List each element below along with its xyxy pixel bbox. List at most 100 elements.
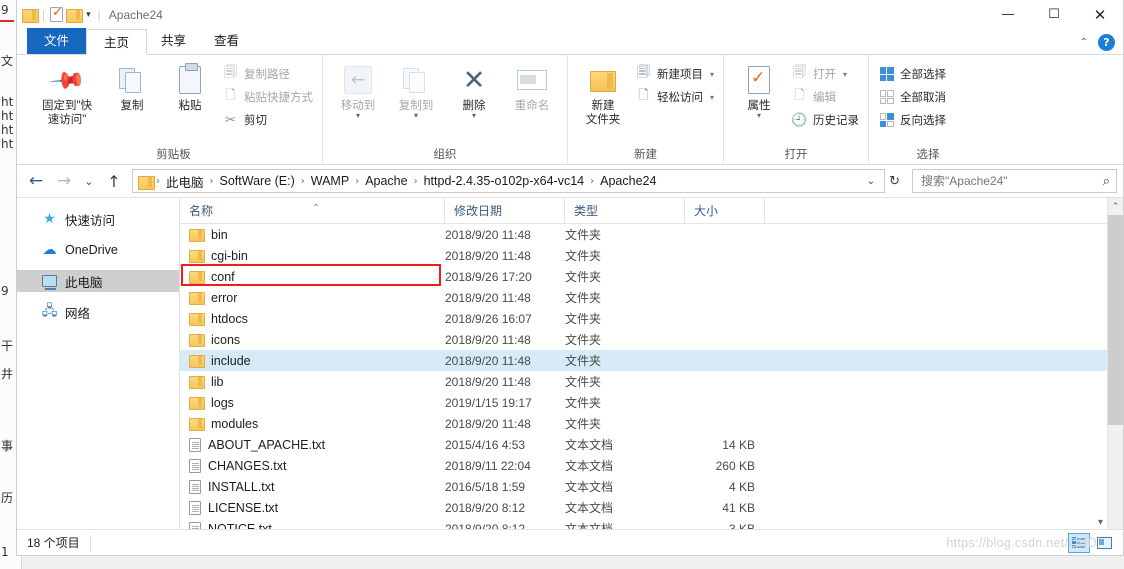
chevron-up-icon[interactable]: ⌃ xyxy=(1080,37,1088,48)
breadcrumb-separator[interactable]: › xyxy=(207,176,217,187)
paste-shortcut-button[interactable]: 🗋 粘贴快捷方式 xyxy=(219,87,316,107)
chevron-down-icon[interactable]: ▾ xyxy=(472,112,476,120)
column-header-size[interactable]: 大小 xyxy=(685,197,765,224)
scroll-up-button[interactable]: ⌃ xyxy=(1108,198,1123,215)
ribbon-group-new: 新建 文件夹 🗐 新建项目 ▾ 🗋 轻松访问 ▾ 新建 xyxy=(568,55,725,165)
open-button[interactable]: 🗐 打开 ▾ xyxy=(788,64,862,84)
column-header-date[interactable]: 修改日期 xyxy=(445,197,565,224)
window-controls: — ☐ ✕ xyxy=(985,0,1123,29)
chevron-down-icon[interactable]: ▾ xyxy=(757,112,761,120)
up-button[interactable]: ↑ xyxy=(101,168,127,194)
table-row[interactable]: logs 2019/1/15 19:17 文件夹 xyxy=(180,392,1107,413)
help-icon[interactable]: ? xyxy=(1098,34,1115,51)
table-row[interactable]: INSTALL.txt 2016/5/18 1:59 文本文档 4 KB xyxy=(180,476,1107,497)
breadcrumb-item-apache24[interactable]: Apache24 xyxy=(597,174,659,188)
search-icon[interactable]: ⌕ xyxy=(1103,174,1110,189)
breadcrumb[interactable]: › 此电脑 › SoftWare (E:) › WAMP › Apache › … xyxy=(132,169,886,193)
minimize-button[interactable]: — xyxy=(985,0,1031,29)
chevron-down-icon[interactable]: ▾ xyxy=(843,70,847,79)
properties-button[interactable]: 属性 ▾ xyxy=(730,59,788,120)
sidebar-item-this-pc[interactable]: 此电脑 xyxy=(17,270,179,292)
delete-button[interactable]: ✕ 删除 ▾ xyxy=(445,59,503,120)
pin-to-quick-access-button[interactable]: 📌 固定到"快 速访问" xyxy=(31,59,103,127)
cell-name: error xyxy=(180,291,445,305)
content-area: ★ 快速访问 ☁ OneDrive 此电脑 🖧 网络 名称 ⌃ 修改日期 类型 … xyxy=(17,197,1123,537)
invert-selection-button[interactable]: 反向选择 xyxy=(875,110,949,130)
breadcrumb-item-this-pc[interactable]: 此电脑 xyxy=(163,172,207,191)
tab-share[interactable]: 共享 xyxy=(147,28,200,54)
history-button[interactable]: 🕘 历史记录 xyxy=(788,110,862,130)
breadcrumb-separator[interactable]: › xyxy=(298,176,308,187)
properties-icon[interactable] xyxy=(50,5,64,22)
column-header-name[interactable]: 名称 ⌃ xyxy=(180,197,445,224)
search-input[interactable] xyxy=(919,173,1103,189)
table-row[interactable]: ABOUT_APACHE.txt 2015/4/16 4:53 文本文档 14 KB xyxy=(180,434,1107,455)
select-all-button[interactable]: 全部选择 xyxy=(875,64,949,84)
breadcrumb-item-wamp[interactable]: WAMP xyxy=(308,174,352,188)
chevron-down-icon[interactable]: ▾ xyxy=(414,112,418,120)
column-header-type[interactable]: 类型 xyxy=(565,197,685,224)
breadcrumb-separator[interactable]: › xyxy=(587,176,597,187)
new-item-button[interactable]: 🗐 新建项目 ▾ xyxy=(632,64,717,84)
ribbon-right-controls: ⌃ ? xyxy=(1080,34,1115,51)
scroll-thumb[interactable] xyxy=(1108,215,1123,426)
table-row[interactable]: icons 2018/9/20 11:48 文件夹 xyxy=(180,329,1107,350)
copy-path-button[interactable]: 🗐 复制路径 xyxy=(219,64,316,84)
maximize-button[interactable]: ☐ xyxy=(1031,0,1077,29)
folder-icon[interactable] xyxy=(22,8,39,23)
forward-button[interactable]: → xyxy=(51,168,77,194)
chevron-down-icon[interactable]: ▾ xyxy=(84,10,93,20)
sidebar-item-network[interactable]: 🖧 网络 xyxy=(17,301,179,323)
easy-access-button[interactable]: 🗋 轻松访问 ▾ xyxy=(632,87,717,107)
table-row[interactable]: include 2018/9/20 11:48 文件夹 xyxy=(180,350,1107,371)
breadcrumb-item-apache[interactable]: Apache xyxy=(362,174,410,188)
breadcrumb-item-software-e[interactable]: SoftWare (E:) xyxy=(217,174,298,188)
new-folder-icon[interactable] xyxy=(66,8,84,23)
tab-view[interactable]: 查看 xyxy=(200,28,253,54)
copy-to-button[interactable]: 复制到 ▾ xyxy=(387,59,445,120)
back-button[interactable]: ← xyxy=(23,168,49,194)
breadcrumb-item-httpd[interactable]: httpd-2.4.35-o102p-x64-vc14 xyxy=(421,174,588,188)
table-row[interactable]: lib 2018/9/20 11:48 文件夹 xyxy=(180,371,1107,392)
chevron-down-icon[interactable]: ▾ xyxy=(710,70,714,79)
paste-button[interactable]: 粘贴 xyxy=(161,59,219,113)
cut-button[interactable]: ✂ 剪切 xyxy=(219,110,316,130)
breadcrumb-separator[interactable]: › xyxy=(352,176,362,187)
sidebar-item-quick-access[interactable]: ★ 快速访问 xyxy=(17,208,179,230)
table-row[interactable]: bin 2018/9/20 11:48 文件夹 xyxy=(180,224,1107,245)
table-row[interactable]: modules 2018/9/20 11:48 文件夹 xyxy=(180,413,1107,434)
chevron-down-icon[interactable]: ▾ xyxy=(1098,517,1103,528)
sidebar-item-onedrive[interactable]: ☁ OneDrive xyxy=(17,239,179,261)
search-box[interactable]: ⌕ xyxy=(912,169,1117,193)
paste-shortcut-icon: 🗋 xyxy=(225,88,236,103)
select-none-button[interactable]: 全部取消 xyxy=(875,87,949,107)
new-folder-button[interactable]: 新建 文件夹 xyxy=(574,59,632,127)
edit-button[interactable]: 🗋 编辑 xyxy=(788,87,862,107)
table-row[interactable]: htdocs 2018/9/26 16:07 文件夹 xyxy=(180,308,1107,329)
recent-locations-button[interactable]: ⌄ xyxy=(79,168,99,194)
window-title: Apache24 xyxy=(108,7,163,22)
table-row[interactable]: conf 2018/9/26 17:20 文件夹 xyxy=(180,266,1107,287)
vertical-scrollbar[interactable]: ⌃ ⌄ xyxy=(1107,198,1123,537)
move-to-button[interactable]: ← 移动到 ▾ xyxy=(329,59,387,120)
table-row[interactable]: error 2018/9/20 11:48 文件夹 xyxy=(180,287,1107,308)
tab-home[interactable]: 主页 xyxy=(86,29,148,55)
copy-button[interactable]: 复制 xyxy=(103,59,161,113)
refresh-icon[interactable]: ↻ xyxy=(887,174,906,189)
table-row[interactable]: CHANGES.txt 2018/9/11 22:04 文本文档 260 KB xyxy=(180,455,1107,476)
table-row[interactable]: LICENSE.txt 2018/9/20 8:12 文本文档 41 KB xyxy=(180,497,1107,518)
copy-path-label: 复制路径 xyxy=(244,69,290,81)
qat-divider: | xyxy=(97,7,101,22)
table-row[interactable]: cgi-bin 2018/9/20 11:48 文件夹 xyxy=(180,245,1107,266)
close-button[interactable]: ✕ xyxy=(1077,0,1123,29)
breadcrumb-separator[interactable]: › xyxy=(411,176,421,187)
scroll-track[interactable] xyxy=(1108,215,1123,520)
chevron-down-icon[interactable]: ⌄ xyxy=(860,176,882,187)
chevron-down-icon[interactable]: ▾ xyxy=(710,93,714,102)
quick-access-toolbar[interactable]: | ▾ | xyxy=(17,5,103,23)
tab-file[interactable]: 文件 xyxy=(27,28,87,54)
chevron-down-icon[interactable]: ▾ xyxy=(356,112,360,120)
file-name-label: LICENSE.txt xyxy=(208,500,279,515)
folder-icon[interactable] xyxy=(138,175,155,190)
rename-button[interactable]: 重命名 xyxy=(503,59,561,113)
